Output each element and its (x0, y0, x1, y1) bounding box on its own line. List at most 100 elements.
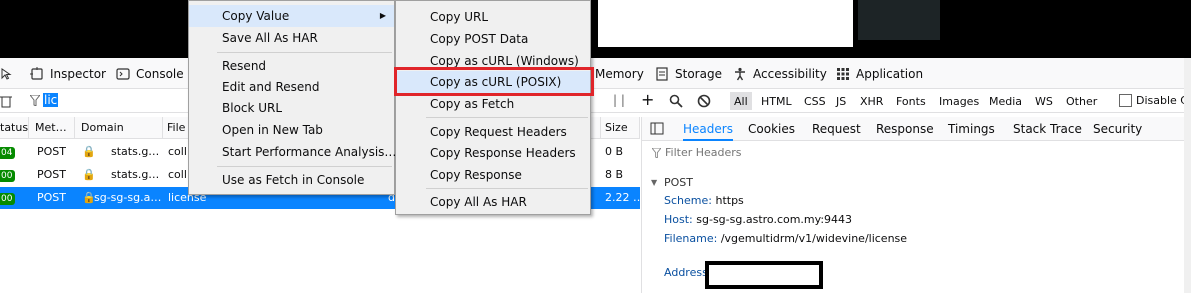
row-method: POST (37, 168, 66, 181)
tab-request[interactable]: Request (812, 117, 861, 141)
filter-type-ws[interactable]: WS (1031, 92, 1057, 110)
filter-type-xhr[interactable]: XHR (856, 92, 887, 110)
filename-row: Filename: /vgemultidrm/v1/widevine/licen… (664, 232, 907, 245)
menu-separator (426, 188, 588, 189)
filter-url-input[interactable]: lic (43, 93, 59, 107)
filter-type-fonts[interactable]: Fonts (892, 92, 930, 110)
expand-arrow-icon[interactable]: ▼ (651, 178, 657, 187)
search-icon[interactable] (669, 94, 683, 111)
tab-accessibility-label: Accessibility (753, 66, 827, 81)
filter-icon (28, 94, 42, 109)
tab-storage[interactable]: Storage (655, 58, 722, 89)
menu-item-block-url[interactable]: Block URL (189, 97, 282, 119)
submenu-copy-all-har[interactable]: Copy All As HAR (396, 191, 527, 213)
storage-icon (655, 66, 669, 81)
disable-cache-label: Disable Ca (1136, 94, 1191, 107)
filter-type-media[interactable]: Media (985, 92, 1026, 110)
tab-memory[interactable]: Memory (595, 58, 644, 89)
disable-cache-checkbox[interactable] (1119, 94, 1132, 107)
context-menu: Copy Value ▶ Save All As HAR Resend Edit… (188, 0, 396, 195)
menu-separator (217, 166, 392, 167)
tab-response[interactable]: Response (876, 117, 934, 141)
filter-type-images[interactable]: Images (935, 92, 983, 110)
tab-security[interactable]: Security (1093, 117, 1142, 141)
submenu-copy-response-headers[interactable]: Copy Response Headers (396, 142, 576, 164)
column-method[interactable]: Met… (31, 117, 75, 139)
row-domain: stats.g… (111, 145, 160, 158)
menu-item-open-new-tab[interactable]: Open in New Tab (189, 119, 323, 141)
application-icon (836, 67, 850, 81)
filter-headers-icon (651, 147, 662, 161)
menu-item-use-fetch[interactable]: Use as Fetch in Console (189, 169, 364, 191)
scheme-label: Scheme: (664, 194, 712, 207)
menu-item-copy-value[interactable]: Copy Value ▶ (189, 5, 394, 27)
redacted-address-box (705, 261, 823, 289)
submenu-copy-request-headers[interactable]: Copy Request Headers (396, 121, 567, 143)
filter-type-html[interactable]: HTML (757, 92, 796, 110)
headers-panel: ▼ POST Scheme: https Host: sg-sg-sg.astr… (641, 141, 1191, 293)
menu-item-save-all-har[interactable]: Save All As HAR (189, 27, 318, 49)
status-badge: 00 (0, 170, 16, 182)
scheme-row: Scheme: https (664, 194, 744, 207)
row-size: 0 B (605, 145, 624, 158)
tab-cookies[interactable]: Cookies (748, 117, 795, 141)
menu-item-resend[interactable]: Resend (189, 55, 266, 77)
tab-accessibility[interactable]: Accessibility (733, 58, 827, 89)
filter-type-js[interactable]: JS (832, 92, 850, 110)
host-row: Host: sg-sg-sg.astro.com.my:9443 (664, 213, 852, 226)
menu-item-performance[interactable]: Start Performance Analysis… (189, 141, 396, 163)
sidebar-toggle-icon[interactable] (650, 122, 664, 138)
filter-type-other[interactable]: Other (1062, 92, 1101, 110)
submenu-copy-fetch[interactable]: Copy as Fetch (396, 93, 514, 115)
menu-separator (217, 52, 392, 53)
top-black-area (0, 0, 1191, 58)
host-label: Host: (664, 213, 693, 226)
white-region (598, 0, 853, 47)
filter-type-all[interactable]: All (730, 92, 752, 110)
row-file: coll (168, 168, 186, 181)
status-badge: 00 (0, 193, 16, 205)
annotation-highlight-box (394, 67, 594, 96)
tab-timings[interactable]: Timings (948, 117, 995, 141)
submenu-copy-url[interactable]: Copy URL (396, 6, 488, 28)
tab-headers[interactable]: Headers (683, 117, 733, 141)
menu-separator (426, 117, 588, 118)
submenu-copy-post-data[interactable]: Copy POST Data (396, 28, 528, 50)
submenu-copy-response[interactable]: Copy Response (396, 164, 522, 186)
column-domain[interactable]: Domain (77, 117, 163, 139)
row-domain: sg-sg-sg.a… (94, 191, 162, 204)
row-size: 2.22 … (605, 191, 644, 204)
console-icon (116, 67, 130, 81)
menu-item-edit-resend[interactable]: Edit and Resend (189, 76, 319, 98)
accessibility-icon (733, 67, 747, 81)
submenu-arrow-icon: ▶ (379, 11, 386, 20)
filter-headers-input[interactable] (665, 143, 965, 161)
menu-item-label: Copy Value (222, 9, 290, 23)
inspector-icon (30, 66, 44, 81)
filter-type-css[interactable]: CSS (800, 92, 830, 110)
tab-console[interactable]: Console (116, 58, 184, 89)
column-size[interactable]: Size (600, 117, 640, 139)
trash-icon[interactable] (0, 94, 12, 111)
tab-application-label: Application (856, 66, 924, 81)
filename-label: Filename: (664, 232, 718, 245)
pick-element-button[interactable] (0, 58, 14, 89)
section-post: POST (664, 176, 693, 189)
add-icon[interactable]: + (641, 90, 654, 109)
tab-inspector-label: Inspector (50, 66, 106, 81)
block-icon[interactable] (697, 94, 711, 111)
tab-inspector[interactable]: Inspector (30, 58, 106, 89)
scrollbar[interactable] (1184, 58, 1191, 293)
tab-storage-label: Storage (675, 66, 722, 81)
row-method: POST (37, 145, 66, 158)
column-status[interactable]: tatus (0, 117, 29, 139)
host-value: sg-sg-sg.astro.com.my:9443 (696, 213, 853, 226)
devtools-toolbar: Inspector Console Memory Storage Accessi… (0, 58, 1191, 89)
thumbnail-image (858, 0, 940, 40)
status-badge: 04 (0, 147, 16, 159)
row-size: 8 B (605, 168, 624, 181)
filename-value: /vgemultidrm/v1/widevine/license (720, 232, 908, 245)
pause-icon[interactable]: | | (613, 93, 625, 107)
tab-application[interactable]: Application (836, 58, 923, 89)
tab-stack-trace[interactable]: Stack Trace (1013, 117, 1082, 141)
